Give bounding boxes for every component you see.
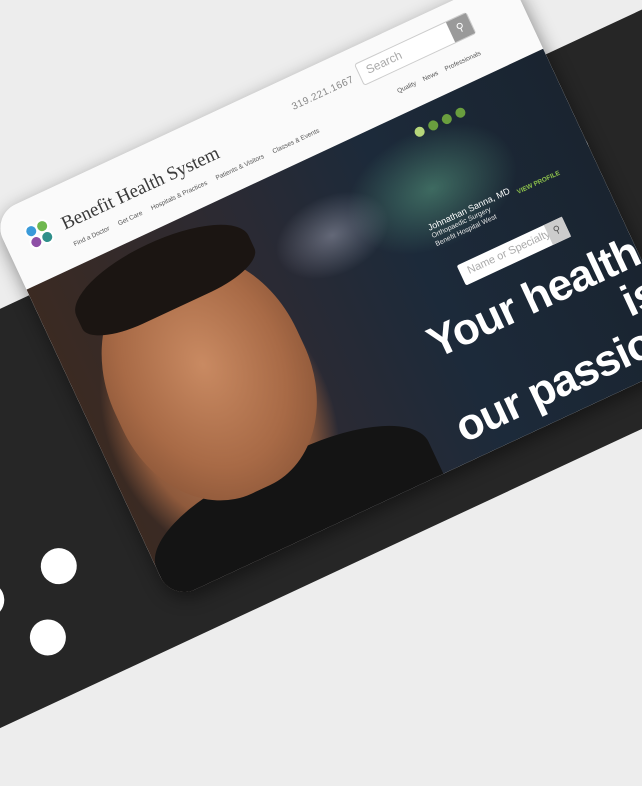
util-link-professionals[interactable]: Professionals bbox=[444, 50, 482, 73]
phone-number[interactable]: 319.221.1667 bbox=[290, 74, 356, 112]
util-link-news[interactable]: News bbox=[422, 70, 440, 83]
site-search-input[interactable]: Search ⚲ bbox=[353, 11, 477, 86]
util-link-quality[interactable]: Quality bbox=[396, 80, 417, 95]
decorative-dot bbox=[0, 576, 11, 624]
logo-mark-icon bbox=[21, 215, 62, 255]
nav-item-classes-events[interactable]: Classes & Events bbox=[272, 127, 321, 155]
search-icon[interactable]: ⚲ bbox=[445, 13, 476, 43]
decorative-dot bbox=[34, 542, 83, 591]
site-search-placeholder: Search bbox=[363, 47, 405, 77]
decorative-dot bbox=[23, 613, 72, 662]
